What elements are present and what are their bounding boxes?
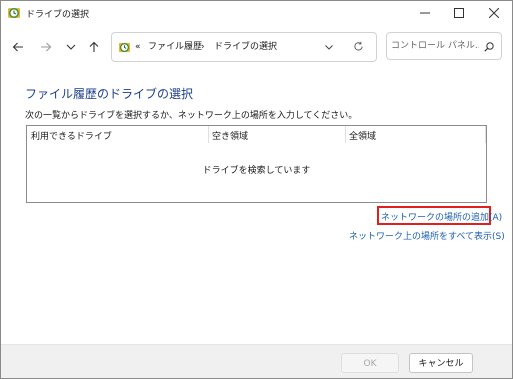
minimize-icon [420,12,430,14]
back-button[interactable] [9,38,27,56]
forward-button[interactable] [37,38,55,56]
close-icon [489,8,499,18]
recent-locations-button[interactable] [62,38,80,56]
column-header-available-drives[interactable]: 利用できるドライブ [31,129,112,142]
ok-button[interactable]: OK [341,353,399,373]
drive-list[interactable]: 利用できるドライブ 空き領域 全領域 ドライブを検索しています [26,125,487,203]
refresh-icon[interactable] [353,41,364,52]
chevron-down-icon [66,44,76,50]
up-button[interactable] [85,38,103,56]
close-button[interactable] [477,1,511,25]
instruction-text: 次の一覧からドライブを選択するか、ネットワーク上の場所を入力してください。 [25,111,358,121]
search-icon[interactable] [484,42,494,52]
breadcrumb-separator: › [201,42,205,52]
show-all-network-locations-link[interactable]: ネットワーク上の場所をすべて表示(S) [349,229,505,242]
search-input[interactable] [391,37,479,55]
address-prefix[interactable]: « [135,33,141,61]
arrow-left-icon [12,42,23,52]
navigation-bar: « ファイル履歴 › ドライブの選択 [1,29,512,65]
file-history-icon [8,8,20,18]
arrow-up-icon [89,41,99,52]
column-header-total-space[interactable]: 全領域 [349,129,376,142]
search-box[interactable] [386,32,502,60]
add-network-location-link[interactable]: ネットワークの場所の追加(A) [381,210,502,223]
maximize-icon [454,8,464,18]
breadcrumb-file-history[interactable]: ファイル履歴 [148,33,202,61]
minimize-button[interactable] [408,1,442,25]
file-history-icon [118,42,131,53]
cancel-button[interactable]: キャンセル [409,353,473,373]
dialog-window: ドライブの選択 « ファイル履歴 › ドライブの選択 コントロール パネル...… [0,0,513,379]
column-divider [208,126,209,143]
window-title: ドライブの選択 [26,10,90,20]
address-bar[interactable]: « ファイル履歴 › ドライブの選択 [111,32,377,62]
maximize-button[interactable] [442,1,476,25]
searching-drives-message: ドライブを検索しています [202,166,311,176]
page-title: ファイル履歴のドライブの選択 [25,87,194,101]
chevron-down-icon[interactable] [324,42,334,52]
title-bar: ドライブの選択 [1,1,512,25]
column-divider [485,126,486,143]
dialog-footer: OK キャンセル [1,344,512,378]
breadcrumb-drive-select[interactable]: ドライブの選択 [214,33,277,61]
column-header-free-space[interactable]: 空き領域 [212,129,248,142]
column-divider [345,126,346,143]
arrow-right-icon [41,42,52,52]
